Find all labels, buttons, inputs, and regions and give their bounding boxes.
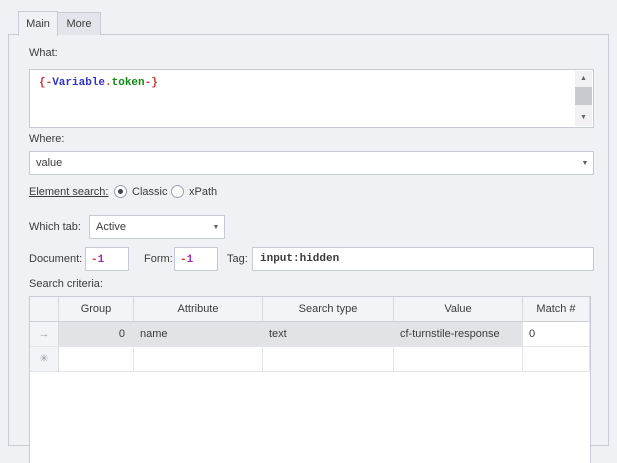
radio-xpath-label[interactable]: xPath (189, 186, 217, 198)
where-label: Where: (29, 133, 64, 145)
minus-sign: - (180, 254, 187, 266)
form-label: Form: (144, 253, 173, 265)
syntax-dot: . (105, 77, 112, 89)
cell-group[interactable]: 0 (59, 322, 134, 347)
tab-panel-main: What: {-Variable.token-} ▲ ▼ Where: valu… (8, 34, 609, 446)
scroll-down-icon[interactable]: ▼ (575, 110, 592, 126)
search-criteria-grid: Group Attribute Search type Value Match … (29, 296, 591, 463)
header-match[interactable]: Match # (523, 297, 590, 322)
new-row-icon: ✳ (30, 347, 59, 372)
syntax-delimiter: {- (39, 77, 52, 89)
what-value: {-Variable.token-} (39, 77, 158, 89)
dropdown-arrow-icon[interactable]: ▼ (208, 224, 224, 231)
tab-main[interactable]: Main (18, 11, 58, 36)
which-tab-value: Active (90, 221, 208, 233)
document-label: Document: (29, 253, 82, 265)
tag-input[interactable]: input:hidden (252, 247, 594, 271)
cell-group[interactable] (59, 347, 134, 372)
cell-search-type[interactable]: text (263, 322, 394, 347)
header-search-type[interactable]: Search type (263, 297, 394, 322)
search-criteria-label: Search criteria: (29, 278, 103, 290)
form-value: -1 (180, 254, 193, 266)
table-row[interactable]: → 0 name text cf-turnstile-response 0 (30, 322, 590, 347)
tag-label: Tag: (227, 253, 248, 265)
table-row-new[interactable]: ✳ (30, 347, 590, 372)
document-input[interactable]: -1 (85, 247, 129, 271)
element-search-link[interactable]: Element search: (29, 186, 108, 198)
what-textarea[interactable]: {-Variable.token-} ▲ ▼ (29, 69, 594, 128)
what-label: What: (29, 47, 58, 59)
cell-search-type[interactable] (263, 347, 394, 372)
syntax-variable: Variable (52, 77, 105, 89)
radio-classic-label[interactable]: Classic (132, 186, 167, 198)
which-tab-combobox[interactable]: Active ▼ (89, 215, 225, 239)
radio-xpath[interactable] (171, 185, 184, 198)
cell-match[interactable]: 0 (523, 322, 590, 347)
header-attribute[interactable]: Attribute (134, 297, 263, 322)
scrollbar-thumb[interactable] (575, 87, 592, 105)
minus-sign: - (91, 254, 98, 266)
dropdown-arrow-icon[interactable]: ▼ (577, 160, 593, 167)
grid-header-row: Group Attribute Search type Value Match … (30, 297, 590, 322)
vertical-scrollbar[interactable]: ▲ ▼ (575, 71, 592, 126)
where-value: value (30, 157, 577, 169)
dialog: Main More What: {-Variable.token-} ▲ ▼ W… (0, 0, 617, 463)
number: 1 (98, 254, 105, 266)
document-value: -1 (91, 254, 104, 266)
which-tab-label: Which tab: (29, 221, 81, 233)
cell-attribute[interactable] (134, 347, 263, 372)
radio-classic[interactable] (114, 185, 127, 198)
cell-match[interactable] (523, 347, 590, 372)
cell-value[interactable]: cf-turnstile-response (394, 322, 523, 347)
header-group[interactable]: Group (59, 297, 134, 322)
form-input[interactable]: -1 (174, 247, 218, 271)
number: 1 (187, 254, 194, 266)
tab-more[interactable]: More (57, 12, 101, 35)
syntax-token: token (112, 77, 145, 89)
header-value[interactable]: Value (394, 297, 523, 322)
cell-value[interactable] (394, 347, 523, 372)
scroll-up-icon[interactable]: ▲ (575, 71, 592, 87)
syntax-delimiter-end: -} (145, 77, 158, 89)
header-indicator (30, 297, 59, 322)
where-combobox[interactable]: value ▼ (29, 151, 594, 175)
current-row-arrow-icon: → (30, 322, 59, 347)
cell-attribute[interactable]: name (134, 322, 263, 347)
